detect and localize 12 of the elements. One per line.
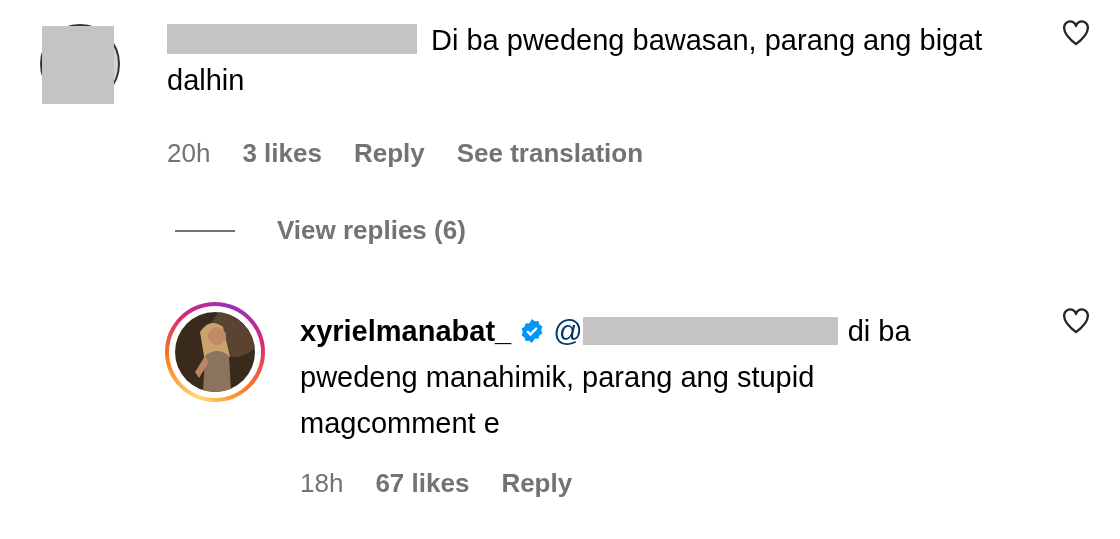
comment-time: 18h — [300, 467, 344, 500]
reply-link[interactable]: Reply — [501, 464, 573, 503]
comment-text: Di ba pwedeng bawasan, parang ang bigat dalhin — [167, 23, 984, 98]
translation-link[interactable]: See translation — [456, 134, 644, 173]
comment-time: 20h — [167, 137, 211, 170]
heart-icon[interactable] — [1062, 20, 1090, 46]
reply-link[interactable]: Reply — [353, 134, 425, 173]
heart-icon[interactable] — [1062, 308, 1090, 334]
likes-link[interactable]: 3 likes — [242, 134, 322, 173]
view-replies-link[interactable]: View replies (6) — [277, 211, 466, 250]
likes-link[interactable]: 67 likes — [375, 464, 470, 503]
comment-text: xyrielmanabat_ @ di ba pwedeng manahimik, parang ang stupid magcomment e — [300, 314, 912, 441]
